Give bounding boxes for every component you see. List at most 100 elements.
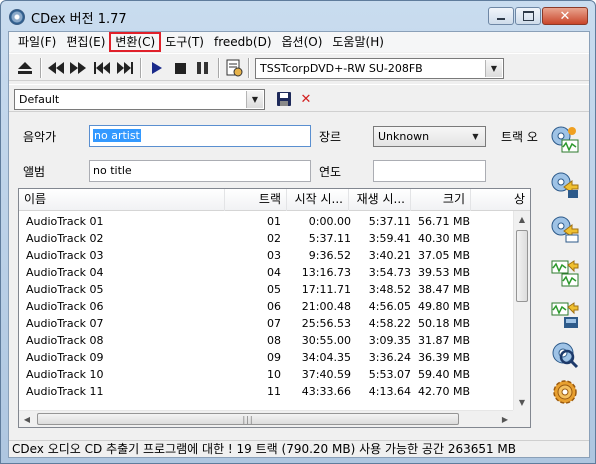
track-list[interactable]: 이름 트랙 시작 시... 재생 시... 크기 상 AudioTrack 01… (18, 188, 531, 428)
horizontal-scroll-thumb[interactable]: ||| (37, 413, 459, 425)
column-start-time[interactable]: 시작 시... (287, 189, 349, 211)
next-track-button[interactable] (116, 59, 134, 77)
track-name-cell: AudioTrack 07 (26, 317, 104, 330)
client-area: 파일(F) 편집(E) 변환(C) 도구(T) freedb(D) 옵션(O) … (8, 31, 590, 458)
maximize-button[interactable] (515, 7, 541, 25)
pause-button[interactable] (194, 59, 212, 77)
play-time-cell: 4:56.05 (368, 300, 411, 313)
minimize-button[interactable] (488, 7, 514, 25)
rewind-button[interactable] (47, 59, 65, 77)
column-size[interactable]: 크기 (411, 189, 471, 211)
cdex-app-icon (9, 9, 25, 25)
column-status[interactable]: 상 (471, 189, 530, 211)
table-row[interactable]: AudioTrack 01 01 0:00.00 5:37.11 56.71 MB (19, 213, 513, 230)
close-button[interactable]: ✕ (542, 7, 588, 25)
convert-wav-button[interactable] (549, 256, 581, 288)
track-number-cell: 03 (267, 249, 281, 262)
vertical-scroll-thumb[interactable] (516, 230, 528, 302)
genre-label: 장르 (319, 130, 342, 144)
track-list-header: 이름 트랙 시작 시... 재생 시... 크기 상 (19, 189, 530, 211)
menu-file[interactable]: 파일(F) (13, 33, 61, 51)
save-profile-button[interactable] (275, 90, 293, 108)
cd-to-wav-icon (551, 126, 579, 153)
table-row[interactable]: AudioTrack 06 06 21:00.48 4:56.05 49.80 MB (19, 298, 513, 315)
track-number-cell: 04 (267, 266, 281, 279)
track-number-cell: 02 (267, 232, 281, 245)
table-row[interactable]: AudioTrack 09 09 34:04.35 3:36.24 36.39 MB (19, 349, 513, 366)
table-row[interactable]: AudioTrack 05 05 17:11.71 3:48.52 38.47 MB (19, 281, 513, 298)
scroll-left-icon[interactable]: ◀ (19, 411, 35, 427)
table-row[interactable]: AudioTrack 03 03 9:36.52 3:40.21 37.05 MB (19, 247, 513, 264)
size-cell: 31.87 MB (417, 334, 470, 347)
table-row[interactable]: AudioTrack 04 04 13:16.73 3:54.73 39.53 MB (19, 264, 513, 281)
play-button[interactable] (148, 59, 166, 77)
play-time-cell: 3:09.35 (368, 334, 411, 347)
scroll-up-icon[interactable]: ▲ (514, 211, 530, 227)
track-name-cell: AudioTrack 10 (26, 368, 104, 381)
start-time-cell: 13:16.73 (301, 266, 351, 279)
play-time-cell: 3:48.52 (368, 283, 411, 296)
track-name-cell: AudioTrack 03 (26, 249, 104, 262)
column-play-time[interactable]: 재생 시... (349, 189, 411, 211)
vertical-scrollbar[interactable]: ▲ ▼ (513, 211, 530, 410)
delete-profile-button[interactable]: ✕ (297, 90, 315, 108)
fast-forward-button[interactable] (69, 59, 87, 77)
track-name-cell: AudioTrack 11 (26, 385, 104, 398)
size-cell: 39.53 MB (417, 266, 470, 279)
column-name[interactable]: 이름 (19, 189, 225, 211)
table-row[interactable]: AudioTrack 07 07 25:56.53 4:58.22 50.18 MB (19, 315, 513, 332)
artist-label: 음악가 (23, 130, 57, 144)
menu-freedb[interactable]: freedb(D) (209, 33, 277, 51)
close-icon: ✕ (559, 8, 571, 24)
table-row[interactable]: AudioTrack 10 10 37:40.59 5:53.07 59.40 MB (19, 366, 513, 383)
extract-wav-button[interactable] (549, 124, 581, 156)
title-bar[interactable]: CDex 버전 1.77 ✕ (1, 1, 595, 31)
cd-partial-icon (551, 216, 579, 243)
track-name-cell: AudioTrack 04 (26, 266, 104, 279)
size-cell: 37.05 MB (417, 249, 470, 262)
year-field[interactable] (373, 160, 486, 182)
eject-button[interactable] (16, 59, 34, 77)
table-row[interactable]: AudioTrack 08 08 30:55.00 3:09.35 31.87 MB (19, 332, 513, 349)
column-track[interactable]: 트랙 (225, 189, 287, 211)
size-cell: 59.40 MB (417, 368, 470, 381)
size-cell: 38.47 MB (417, 283, 470, 296)
artist-field[interactable]: no artist (89, 125, 311, 147)
extract-partial-button[interactable] (549, 212, 581, 244)
stop-icon (174, 62, 186, 74)
chevron-down-icon: ▼ (472, 132, 479, 141)
extract-mp3-button[interactable] (549, 168, 581, 200)
size-cell: 50.18 MB (417, 317, 470, 330)
cd-drive-select[interactable]: TSSTcorpDVD+-RW SU-208FB ▼ (255, 58, 504, 79)
start-time-cell: 17:11.71 (301, 283, 351, 296)
status-bar: CDex 오디오 CD 추출기 프로그램에 대한 ! 19 트랙 (790.20… (9, 440, 589, 457)
scroll-down-icon[interactable]: ▼ (514, 394, 530, 410)
profile-select[interactable]: Default ▼ (14, 89, 265, 110)
toolbar-divider (248, 58, 250, 78)
horizontal-scrollbar[interactable]: ◀ ||| ▶ (19, 410, 513, 427)
menu-options[interactable]: 옵션(O) (277, 33, 328, 51)
skip-forward-icon (117, 62, 133, 74)
file-convert-icon (551, 302, 579, 328)
start-time-cell: 0:00.00 (308, 215, 351, 228)
menu-tools[interactable]: 도구(T) (160, 33, 209, 51)
genre-select[interactable]: Unknown ▼ (373, 126, 486, 147)
menu-convert[interactable]: 변환(C) (109, 32, 162, 52)
scroll-right-icon[interactable]: ▶ (497, 411, 513, 427)
table-row[interactable]: AudioTrack 02 02 5:37.11 3:59.41 40.30 MB (19, 230, 513, 247)
track-number-cell: 01 (267, 215, 281, 228)
table-row[interactable]: AudioTrack 11 11 43:33.66 4:13.64 42.70 MB (19, 383, 513, 400)
album-field[interactable]: no title (89, 160, 311, 182)
menu-help[interactable]: 도움말(H) (327, 33, 389, 51)
size-cell: 36.39 MB (417, 351, 470, 364)
stop-button[interactable] (171, 59, 189, 77)
cdex-window: CDex 버전 1.77 ✕ 파일(F) 편집(E) 변환(C) 도구(T) f… (0, 0, 596, 464)
record-button[interactable] (549, 338, 581, 370)
chevron-down-icon: ▼ (246, 91, 263, 108)
menu-edit[interactable]: 편집(E) (61, 33, 110, 51)
settings-button[interactable] (549, 376, 581, 408)
cd-info-button[interactable] (225, 59, 243, 77)
track-rows: AudioTrack 01 01 0:00.00 5:37.11 56.71 MB Aud… (19, 213, 513, 400)
convert-file-button[interactable] (549, 298, 581, 330)
previous-track-button[interactable] (93, 59, 111, 77)
